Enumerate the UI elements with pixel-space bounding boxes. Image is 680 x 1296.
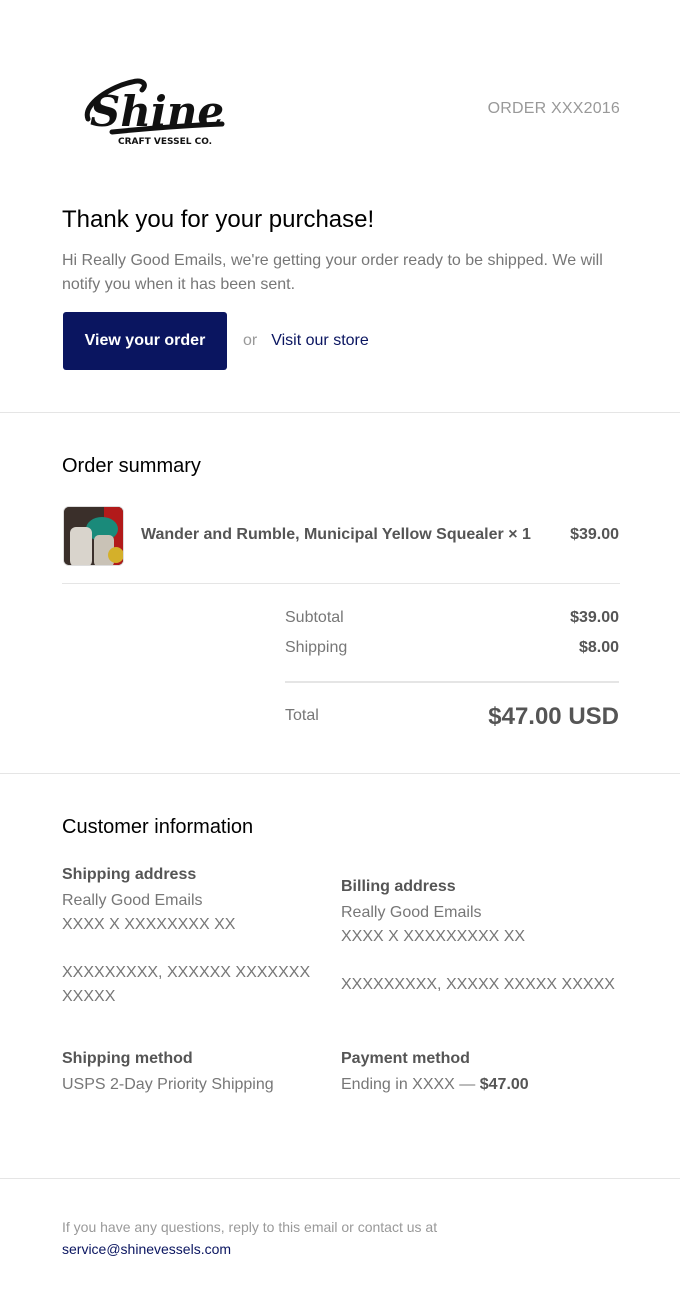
- footer: If you have any questions, reply to this…: [62, 1216, 437, 1260]
- or-label: or: [243, 332, 258, 349]
- total-value: $47.00 USD: [488, 703, 619, 730]
- shipping-address-name: Really Good Emails: [62, 892, 203, 909]
- shipping-method-value: USPS 2-Day Priority Shipping: [62, 1076, 274, 1093]
- shipping-address: Shipping address Really Good Emails XXXX…: [62, 863, 312, 1009]
- shine-logo: Shine CRAFT VESSEL CO.: [84, 78, 225, 147]
- payment-method-line: Ending in XXXX — $47.00: [341, 1073, 620, 1097]
- item-divider: [62, 583, 620, 584]
- page-title: Thank you for your purchase!: [62, 206, 375, 233]
- billing-address: Billing address Really Good Emails XXXX …: [341, 875, 620, 997]
- billing-address-line1: XXXX X XXXXXXXXX XX: [341, 928, 526, 945]
- billing-address-heading: Billing address: [341, 878, 456, 895]
- email-body: Shine CRAFT VESSEL CO. ORDER XXX2016 Tha…: [0, 0, 680, 1296]
- total-label: Total: [285, 707, 319, 724]
- shipping-method: Shipping method USPS 2-Day Priority Ship…: [62, 1047, 322, 1097]
- billing-address-name: Really Good Emails: [341, 904, 482, 921]
- intro-section: Thank you for your purchase! Hi Really G…: [62, 205, 622, 297]
- section-divider: [0, 412, 680, 413]
- payment-method-value: Ending in XXXX —: [341, 1076, 476, 1093]
- shipping-address-line2: XXXXXXXXX, XXXXXX XXXXXXX XXXXX: [62, 964, 311, 1005]
- shipping-address-line1: XXXX X XXXXXXXX XX: [62, 916, 236, 933]
- billing-address-line2: XXXXXXXXX, XXXXX XXXXX XXXXX: [341, 976, 615, 993]
- payment-method: Payment method Ending in XXXX — $47.00: [341, 1047, 620, 1097]
- section-divider: [0, 773, 680, 774]
- product-thumbnail: [63, 506, 124, 566]
- shipping-address-heading: Shipping address: [62, 866, 197, 883]
- subtotal-label: Subtotal: [285, 609, 344, 626]
- payment-method-heading: Payment method: [341, 1050, 470, 1067]
- section-divider: [0, 1178, 680, 1179]
- customer-info-title: Customer information: [62, 816, 254, 838]
- cta-row: View your order or Visit our store: [63, 312, 369, 370]
- footer-text: If you have any questions, reply to this…: [62, 1219, 438, 1235]
- shipping-label: Shipping: [285, 639, 348, 656]
- order-number: ORDER XXX2016: [487, 100, 620, 117]
- intro-message: Hi Really Good Emails, we're getting you…: [62, 252, 603, 293]
- email-header: Shine CRAFT VESSEL CO. ORDER XXX2016: [62, 60, 620, 150]
- subtotal-value: $39.00: [570, 609, 619, 626]
- shipping-method-heading: Shipping method: [62, 1050, 193, 1067]
- order-summary-title: Order summary: [62, 455, 201, 477]
- item-name: Wander and Rumble, Municipal Yellow Sque…: [141, 526, 531, 543]
- item-price: $39.00: [570, 526, 619, 543]
- visit-store-link[interactable]: Visit our store: [271, 332, 369, 350]
- shipping-value: $8.00: [578, 639, 619, 656]
- support-email-link[interactable]: service@shinevessels.com: [62, 1238, 437, 1260]
- payment-method-amount: $47.00: [479, 1076, 529, 1093]
- logo-subtext: CRAFT VESSEL CO.: [118, 137, 212, 147]
- totals-divider: [285, 681, 619, 683]
- view-order-button[interactable]: View your order: [63, 312, 227, 370]
